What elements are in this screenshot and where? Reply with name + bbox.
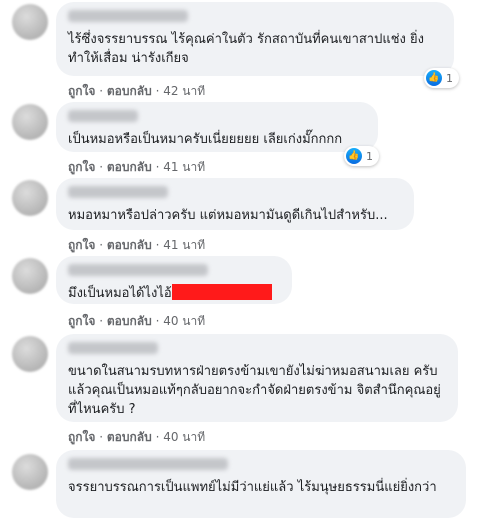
comment-text: ไร้ซึ่งจรรยาบรรณ ไร้คุณค่าในตัว รักสถาบั… — [68, 32, 424, 66]
avatar[interactable] — [12, 336, 48, 372]
like-button[interactable]: ถูกใจ — [68, 84, 95, 98]
comment-actions: ถูกใจ · ตอบกลับ · 42 นาที — [68, 82, 205, 101]
reply-button[interactable]: ตอบกลับ — [107, 430, 152, 444]
comment-text-visible: มึงเป็นหมอได้ไงไอ้ — [68, 286, 172, 301]
like-button[interactable]: ถูกใจ — [68, 238, 95, 252]
like-reaction-icon: 👍 — [346, 148, 362, 164]
comment-bubble: มึงเป็นหมอได้ไงไอ้ — [56, 256, 292, 304]
separator: · — [99, 314, 107, 328]
separator: · — [99, 84, 107, 98]
comment-actions: ถูกใจ · ตอบกลับ · 41 นาที — [68, 158, 205, 177]
comment-text: มึงเป็นหมอได้ไงไอ้ — [68, 284, 280, 303]
like-button[interactable]: ถูกใจ — [68, 430, 95, 444]
timestamp[interactable]: 40 นาที — [163, 314, 205, 328]
reaction-number: 1 — [366, 149, 373, 163]
reaction-number: 1 — [446, 71, 453, 85]
timestamp[interactable]: 42 นาที — [163, 84, 205, 98]
like-reaction-icon: 👍 — [426, 70, 442, 86]
commenter-name-blurred[interactable] — [68, 458, 228, 470]
reaction-count[interactable]: 👍 1 — [424, 68, 459, 88]
comment-text: เป็นหมอหรือเป็นหมาครับเนี่ยยยยย เลียเก่ง… — [68, 132, 343, 147]
reaction-count[interactable]: 👍 1 — [344, 146, 379, 166]
like-button[interactable]: ถูกใจ — [68, 314, 95, 328]
avatar[interactable] — [12, 454, 48, 490]
reply-button[interactable]: ตอบกลับ — [107, 160, 152, 174]
avatar[interactable] — [12, 4, 48, 40]
commenter-name-blurred[interactable] — [68, 342, 158, 354]
commenter-name-blurred[interactable] — [68, 186, 168, 198]
comment-bubble: เป็นหมอหรือเป็นหมาครับเนี่ยยยยย เลียเก่ง… — [56, 102, 378, 152]
commenter-name-blurred[interactable] — [68, 10, 188, 22]
timestamp[interactable]: 41 นาที — [163, 160, 205, 174]
separator: · — [99, 160, 107, 174]
comment-text: จรรยาบรรณการเป็นแพทย์ไม่มีว่าแย่แล้ว ไร้… — [68, 480, 437, 495]
comment-bubble: ขนาดในสนามรบทหารฝ่ายตรงข้ามเขายังไม่ฆ่าห… — [56, 334, 458, 422]
comment-actions: ถูกใจ · ตอบกลับ · 40 นาที — [68, 428, 205, 447]
commenter-name-blurred[interactable] — [68, 264, 208, 276]
comment-text: ขนาดในสนามรบทหารฝ่ายตรงข้ามเขายังไม่ฆ่าห… — [68, 364, 441, 417]
reply-button[interactable]: ตอบกลับ — [107, 238, 152, 252]
redaction-bar — [171, 284, 272, 300]
separator: · — [99, 430, 107, 444]
comment-bubble: หมอหมาหรือปล่าวครับ แต่หมอหมามันดูดีเกิน… — [56, 178, 414, 230]
comment-actions: ถูกใจ · ตอบกลับ · 41 นาที — [68, 236, 205, 255]
timestamp[interactable]: 40 นาที — [163, 430, 205, 444]
comment-actions: ถูกใจ · ตอบกลับ · 40 นาที — [68, 312, 205, 331]
avatar[interactable] — [12, 258, 48, 294]
commenter-name-blurred[interactable] — [68, 110, 138, 122]
comment-text: หมอหมาหรือปล่าวครับ แต่หมอหมามันดูดีเกิน… — [68, 208, 388, 223]
reply-button[interactable]: ตอบกลับ — [107, 314, 152, 328]
comment-bubble: จรรยาบรรณการเป็นแพทย์ไม่มีว่าแย่แล้ว ไร้… — [56, 450, 466, 518]
reply-button[interactable]: ตอบกลับ — [107, 84, 152, 98]
like-button[interactable]: ถูกใจ — [68, 160, 95, 174]
comment-bubble: ไร้ซึ่งจรรยาบรรณ ไร้คุณค่าในตัว รักสถาบั… — [56, 2, 454, 76]
avatar[interactable] — [12, 180, 48, 216]
timestamp[interactable]: 41 นาที — [163, 238, 205, 252]
separator: · — [99, 238, 107, 252]
avatar[interactable] — [12, 104, 48, 140]
